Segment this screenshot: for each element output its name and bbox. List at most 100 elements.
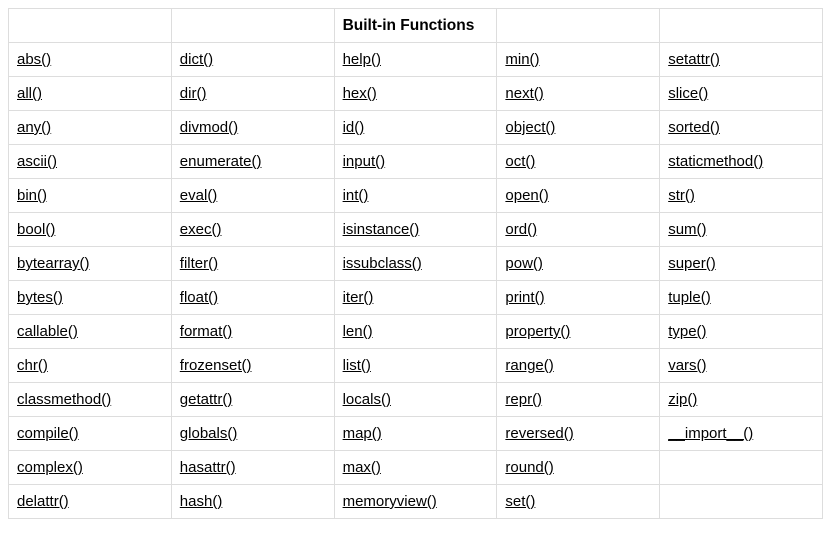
- function-link[interactable]: int(): [343, 187, 369, 204]
- table-cell: __import__(): [660, 417, 823, 451]
- function-link[interactable]: slice(): [668, 85, 708, 102]
- function-link[interactable]: max(): [343, 459, 381, 476]
- function-link[interactable]: locals(): [343, 391, 391, 408]
- function-link[interactable]: abs(): [17, 51, 51, 68]
- table-cell: print(): [497, 281, 660, 315]
- function-link[interactable]: next(): [505, 85, 543, 102]
- function-link[interactable]: compile(): [17, 425, 79, 442]
- function-link[interactable]: memoryview(): [343, 493, 437, 510]
- function-link[interactable]: float(): [180, 289, 218, 306]
- function-link[interactable]: oct(): [505, 153, 535, 170]
- table-cell: len(): [334, 315, 497, 349]
- table-cell: range(): [497, 349, 660, 383]
- function-link[interactable]: globals(): [180, 425, 238, 442]
- header-cell: [660, 9, 823, 43]
- function-link[interactable]: vars(): [668, 357, 706, 374]
- table-cell: exec(): [171, 213, 334, 247]
- table-cell: float(): [171, 281, 334, 315]
- function-link[interactable]: hex(): [343, 85, 377, 102]
- table-cell: next(): [497, 77, 660, 111]
- function-link[interactable]: str(): [668, 187, 695, 204]
- function-link[interactable]: hasattr(): [180, 459, 236, 476]
- table-cell: set(): [497, 485, 660, 519]
- function-link[interactable]: divmod(): [180, 119, 238, 136]
- header-cell-title: Built-in Functions: [334, 9, 497, 43]
- table-cell: type(): [660, 315, 823, 349]
- table-cell: property(): [497, 315, 660, 349]
- header-cell: [9, 9, 172, 43]
- function-link[interactable]: exec(): [180, 221, 222, 238]
- function-link[interactable]: range(): [505, 357, 553, 374]
- function-link[interactable]: object(): [505, 119, 555, 136]
- function-link[interactable]: map(): [343, 425, 382, 442]
- function-link[interactable]: classmethod(): [17, 391, 111, 408]
- function-link[interactable]: round(): [505, 459, 553, 476]
- function-link[interactable]: min(): [505, 51, 539, 68]
- function-link[interactable]: id(): [343, 119, 365, 136]
- table-cell: tuple(): [660, 281, 823, 315]
- function-link[interactable]: ord(): [505, 221, 537, 238]
- function-link[interactable]: issubclass(): [343, 255, 422, 272]
- function-link[interactable]: isinstance(): [343, 221, 420, 238]
- function-link[interactable]: eval(): [180, 187, 218, 204]
- function-link[interactable]: super(): [668, 255, 716, 272]
- function-link[interactable]: setattr(): [668, 51, 720, 68]
- function-link[interactable]: reversed(): [505, 425, 573, 442]
- function-link[interactable]: property(): [505, 323, 570, 340]
- function-link[interactable]: len(): [343, 323, 373, 340]
- table-cell: object(): [497, 111, 660, 145]
- function-link[interactable]: input(): [343, 153, 386, 170]
- function-link[interactable]: ascii(): [17, 153, 57, 170]
- table-cell: iter(): [334, 281, 497, 315]
- function-link[interactable]: sorted(): [668, 119, 720, 136]
- function-link[interactable]: list(): [343, 357, 371, 374]
- function-link[interactable]: delattr(): [17, 493, 69, 510]
- function-link[interactable]: print(): [505, 289, 544, 306]
- function-link[interactable]: all(): [17, 85, 42, 102]
- table-header-row: Built-in Functions: [9, 9, 823, 43]
- function-link[interactable]: dir(): [180, 85, 207, 102]
- function-link[interactable]: staticmethod(): [668, 153, 763, 170]
- function-link[interactable]: bytearray(): [17, 255, 90, 272]
- function-link[interactable]: zip(): [668, 391, 697, 408]
- table-cell: hash(): [171, 485, 334, 519]
- function-link[interactable]: filter(): [180, 255, 218, 272]
- function-link[interactable]: open(): [505, 187, 548, 204]
- function-link[interactable]: sum(): [668, 221, 706, 238]
- table-cell: chr(): [9, 349, 172, 383]
- function-link[interactable]: iter(): [343, 289, 374, 306]
- function-link[interactable]: repr(): [505, 391, 542, 408]
- function-link[interactable]: complex(): [17, 459, 83, 476]
- function-link[interactable]: callable(): [17, 323, 78, 340]
- table-cell: list(): [334, 349, 497, 383]
- table-cell: open(): [497, 179, 660, 213]
- function-link[interactable]: bytes(): [17, 289, 63, 306]
- table-cell: all(): [9, 77, 172, 111]
- function-link[interactable]: format(): [180, 323, 233, 340]
- function-link[interactable]: hash(): [180, 493, 223, 510]
- table-cell: compile(): [9, 417, 172, 451]
- function-link[interactable]: dict(): [180, 51, 213, 68]
- function-link[interactable]: bool(): [17, 221, 55, 238]
- table-cell: slice(): [660, 77, 823, 111]
- table-cell: globals(): [171, 417, 334, 451]
- header-cell: [171, 9, 334, 43]
- function-link[interactable]: help(): [343, 51, 381, 68]
- table-row: any() divmod() id() object() sorted(): [9, 111, 823, 145]
- function-link[interactable]: tuple(): [668, 289, 711, 306]
- function-link[interactable]: frozenset(): [180, 357, 252, 374]
- table-cell: dir(): [171, 77, 334, 111]
- table-cell: ascii(): [9, 145, 172, 179]
- function-link[interactable]: any(): [17, 119, 51, 136]
- function-link[interactable]: enumerate(): [180, 153, 262, 170]
- function-link[interactable]: type(): [668, 323, 706, 340]
- function-link[interactable]: __import__(): [668, 425, 753, 442]
- function-link[interactable]: getattr(): [180, 391, 233, 408]
- table-cell: ord(): [497, 213, 660, 247]
- table-cell: any(): [9, 111, 172, 145]
- function-link[interactable]: set(): [505, 493, 535, 510]
- function-link[interactable]: bin(): [17, 187, 47, 204]
- function-link[interactable]: chr(): [17, 357, 48, 374]
- function-link[interactable]: pow(): [505, 255, 543, 272]
- table-cell: bin(): [9, 179, 172, 213]
